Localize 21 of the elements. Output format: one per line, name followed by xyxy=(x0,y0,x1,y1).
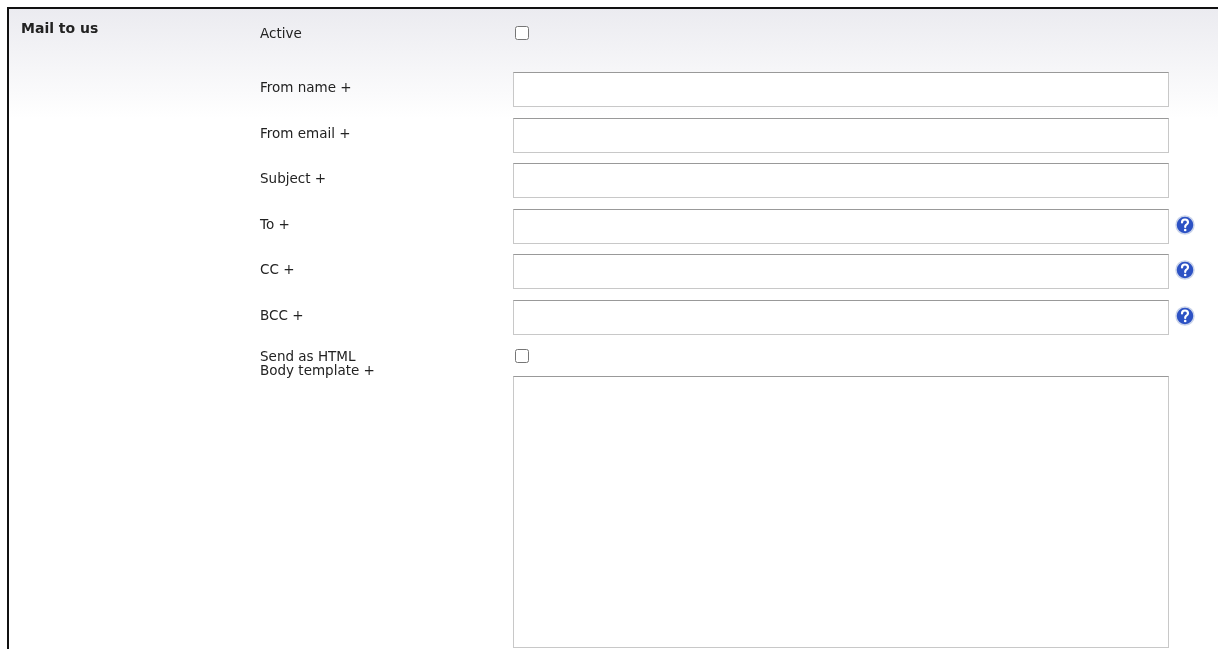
input-field[interactable] xyxy=(513,72,1169,107)
help-icon[interactable] xyxy=(1175,260,1195,280)
help-icon[interactable] xyxy=(1175,214,1195,235)
input-field[interactable] xyxy=(513,299,1169,335)
field-label: CC + xyxy=(260,260,296,277)
field-label: Subject + xyxy=(260,169,328,186)
field-label: Send as HTML xyxy=(260,347,357,364)
field-label: To + xyxy=(260,214,291,232)
input-field[interactable] xyxy=(513,117,1169,153)
input-field[interactable] xyxy=(513,254,1169,289)
field-label: Body template + xyxy=(260,362,376,378)
field-label: From name + xyxy=(260,78,353,95)
field-label: From email + xyxy=(260,123,352,141)
help-icon[interactable] xyxy=(1175,305,1195,326)
section-title: Mail to us xyxy=(21,20,99,36)
field-label: BCC + xyxy=(260,305,305,323)
checkbox[interactable] xyxy=(515,349,529,363)
input-field[interactable] xyxy=(513,163,1169,198)
field-label: Active xyxy=(260,24,303,41)
input-field[interactable] xyxy=(513,208,1169,244)
checkbox[interactable] xyxy=(515,26,529,40)
